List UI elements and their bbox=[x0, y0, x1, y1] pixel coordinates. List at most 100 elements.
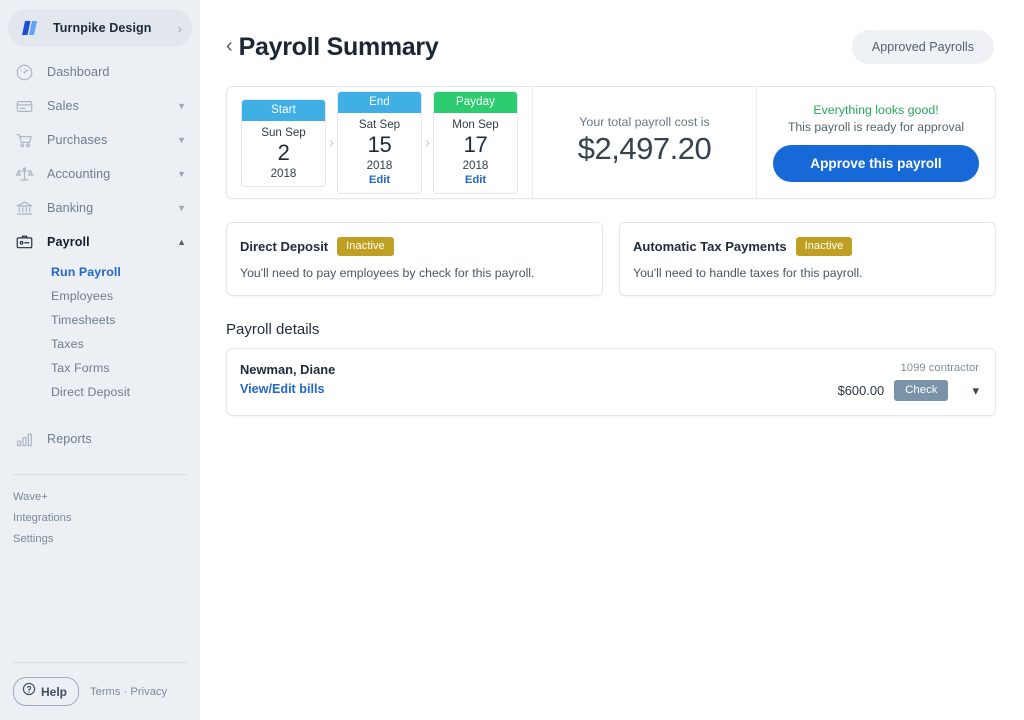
date-weekday-month: Sat Sep bbox=[338, 117, 421, 132]
sidebar-subitem-label: Employees bbox=[51, 289, 113, 303]
content-area: Start Sun Sep 2 2018 › End Sat Sep 15 bbox=[200, 64, 1024, 416]
employee-type: 1099 contractor bbox=[838, 362, 979, 374]
app-root: Turnpike Design › Dashboard bbox=[0, 0, 1024, 720]
sidebar-item-wave-plus[interactable]: Wave+ bbox=[0, 486, 200, 507]
sidebar-item-tax-forms[interactable]: Tax Forms bbox=[0, 356, 200, 380]
sidebar-item-label: Banking bbox=[47, 201, 177, 215]
terms-link[interactable]: Terms bbox=[90, 686, 120, 698]
chevron-up-icon[interactable]: ▲ bbox=[177, 238, 186, 247]
sidebar-subitem-label: Tax Forms bbox=[51, 361, 110, 375]
card-title-row: Automatic Tax Payments Inactive bbox=[633, 237, 982, 256]
sidebar-item-run-payroll[interactable]: Run Payroll bbox=[0, 260, 200, 284]
payroll-dates: Start Sun Sep 2 2018 › End Sat Sep 15 bbox=[227, 87, 533, 198]
page-header: ‹ Payroll Summary Approved Payrolls bbox=[200, 0, 1024, 64]
chevron-right-icon: › bbox=[178, 22, 182, 35]
main-content: ‹ Payroll Summary Approved Payrolls Star… bbox=[200, 0, 1024, 720]
employee-block: Newman, Diane View/Edit bills bbox=[240, 362, 335, 396]
sidebar-item-timesheets[interactable]: Timesheets bbox=[0, 308, 200, 332]
chevron-down-icon[interactable]: ▼ bbox=[177, 136, 186, 145]
sidebar-divider bbox=[13, 474, 187, 475]
sidebar-item-banking[interactable]: Banking ▼ bbox=[0, 191, 200, 225]
card-title-row: Direct Deposit Inactive bbox=[240, 237, 589, 256]
payroll-detail-row[interactable]: Newman, Diane View/Edit bills 1099 contr… bbox=[226, 348, 996, 416]
total-cost-value: $2,497.20 bbox=[578, 131, 711, 167]
approved-payrolls-button[interactable]: Approved Payrolls bbox=[852, 30, 994, 64]
sidebar-item-integrations[interactable]: Integrations bbox=[0, 507, 200, 528]
sidebar-item-payroll[interactable]: Payroll ▲ bbox=[0, 225, 200, 259]
view-edit-bills-link[interactable]: View/Edit bills bbox=[240, 382, 335, 396]
footer-row: Help Terms · Privacy bbox=[13, 677, 187, 706]
amount-row: $600.00 Check ▾ bbox=[838, 380, 979, 401]
sidebar-subitem-label: Run Payroll bbox=[51, 265, 121, 279]
chevron-left-icon[interactable]: ‹ bbox=[226, 36, 233, 58]
sidebar-item-sales[interactable]: Sales ▼ bbox=[0, 89, 200, 123]
chevron-down-icon[interactable]: ▾ bbox=[972, 384, 979, 397]
total-cost-label: Your total payroll cost is bbox=[579, 115, 709, 129]
bar-chart-icon bbox=[15, 430, 41, 449]
card-title: Automatic Tax Payments bbox=[633, 239, 787, 254]
status-badge: Inactive bbox=[796, 237, 853, 256]
sidebar-item-taxes[interactable]: Taxes bbox=[0, 332, 200, 356]
date-day: 15 bbox=[338, 132, 421, 158]
sidebar-item-label: Payroll bbox=[47, 235, 177, 249]
mini-link-label: Wave+ bbox=[13, 491, 48, 503]
date-card-body: Sun Sep 2 2018 bbox=[242, 121, 325, 186]
card-title: Direct Deposit bbox=[240, 239, 328, 254]
chevron-right-icon: › bbox=[422, 134, 433, 151]
sidebar-item-label: Purchases bbox=[47, 133, 177, 147]
edit-end-date-link[interactable]: Edit bbox=[338, 173, 421, 188]
sidebar-item-settings[interactable]: Settings bbox=[0, 528, 200, 549]
date-weekday-month: Mon Sep bbox=[434, 117, 517, 132]
sidebar-item-dashboard[interactable]: Dashboard bbox=[0, 55, 200, 89]
sidebar-item-purchases[interactable]: Purchases ▼ bbox=[0, 123, 200, 157]
card-icon bbox=[15, 97, 41, 116]
legal-separator: · bbox=[124, 686, 128, 698]
payroll-details-heading: Payroll details bbox=[226, 321, 996, 338]
sidebar-subitem-label: Taxes bbox=[51, 337, 84, 351]
secondary-links: Wave+ Integrations Settings bbox=[0, 474, 200, 549]
date-card-body: Sat Sep 15 2018 Edit bbox=[338, 113, 421, 193]
payroll-summary-card: Start Sun Sep 2 2018 › End Sat Sep 15 bbox=[226, 86, 996, 199]
approve-payroll-button[interactable]: Approve this payroll bbox=[773, 145, 979, 182]
mini-link-label: Integrations bbox=[13, 512, 71, 524]
payment-amount: $600.00 bbox=[838, 383, 885, 398]
privacy-link[interactable]: Privacy bbox=[130, 686, 167, 698]
sidebar-subitem-label: Timesheets bbox=[51, 313, 116, 327]
primary-nav: Dashboard Sales ▼ bbox=[0, 55, 200, 456]
payroll-subnav: Run Payroll Employees Timesheets Taxes T… bbox=[0, 259, 200, 408]
question-circle-icon bbox=[22, 682, 36, 701]
chevron-down-icon[interactable]: ▼ bbox=[177, 170, 186, 179]
edit-payday-link[interactable]: Edit bbox=[434, 173, 517, 188]
direct-deposit-card: Direct Deposit Inactive You'll need to p… bbox=[226, 222, 603, 296]
legal-links: Terms · Privacy bbox=[90, 686, 167, 698]
sidebar-item-label: Sales bbox=[47, 99, 177, 113]
chevron-right-icon: › bbox=[326, 134, 337, 151]
sidebar-item-reports[interactable]: Reports bbox=[0, 422, 200, 456]
dashboard-gauge-icon bbox=[15, 63, 41, 82]
date-weekday-month: Sun Sep bbox=[242, 125, 325, 140]
total-cost-pane: Your total payroll cost is $2,497.20 bbox=[533, 87, 757, 198]
wave-logo-icon bbox=[22, 18, 44, 38]
chevron-down-icon[interactable]: ▼ bbox=[177, 102, 186, 111]
date-year: 2018 bbox=[242, 166, 325, 181]
approval-pane: Everything looks good! This payroll is r… bbox=[757, 87, 995, 198]
help-label: Help bbox=[41, 685, 67, 699]
sidebar-item-employees[interactable]: Employees bbox=[0, 284, 200, 308]
date-day: 17 bbox=[434, 132, 517, 158]
help-button[interactable]: Help bbox=[13, 677, 79, 706]
date-year: 2018 bbox=[434, 158, 517, 173]
brand-name: Turnpike Design bbox=[53, 21, 178, 35]
detail-row-content: Newman, Diane View/Edit bills 1099 contr… bbox=[240, 362, 979, 401]
sidebar-item-accounting[interactable]: Accounting ▼ bbox=[0, 157, 200, 191]
brand-switcher[interactable]: Turnpike Design › bbox=[8, 9, 192, 47]
status-ok-message: Everything looks good! bbox=[813, 103, 938, 117]
card-description: You'll need to handle taxes for this pay… bbox=[633, 266, 982, 280]
date-card-end: End Sat Sep 15 2018 Edit bbox=[337, 91, 422, 194]
page-title: Payroll Summary bbox=[239, 33, 852, 62]
chevron-down-icon[interactable]: ▼ bbox=[177, 204, 186, 213]
status-cards-row: Direct Deposit Inactive You'll need to p… bbox=[226, 222, 996, 296]
status-ready-message: This payroll is ready for approval bbox=[788, 120, 964, 134]
detail-right-block: 1099 contractor $600.00 Check ▾ bbox=[838, 362, 979, 401]
date-card-header: Start bbox=[242, 100, 325, 121]
sidebar-item-direct-deposit[interactable]: Direct Deposit bbox=[0, 380, 200, 404]
